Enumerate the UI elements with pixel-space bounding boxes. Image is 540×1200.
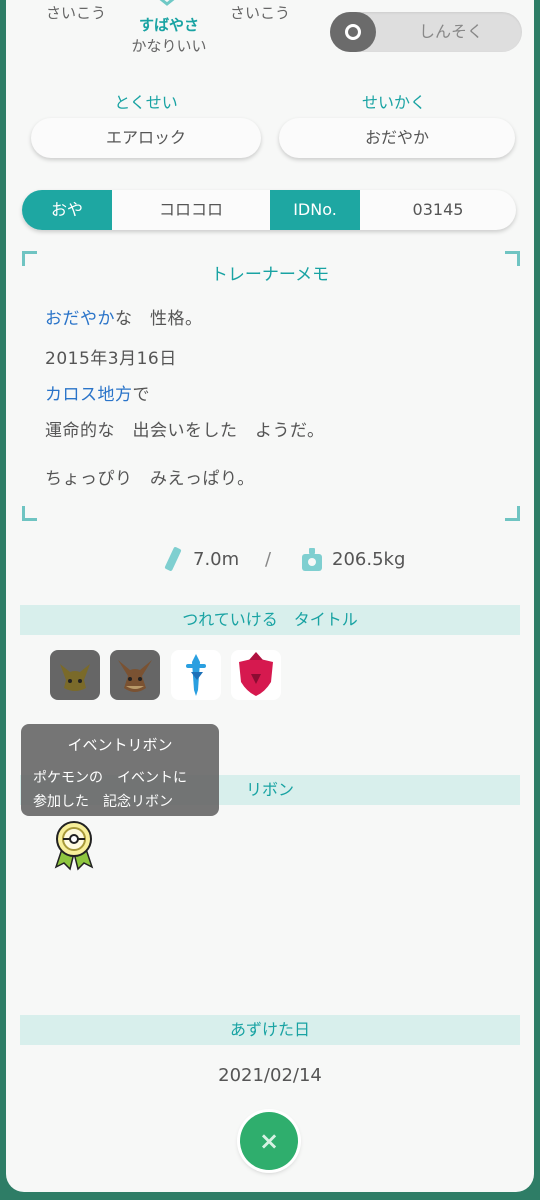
memo-corner-br: [505, 506, 520, 521]
titles-header: つれていける タイトル: [20, 605, 520, 635]
tooltip-line-2: 参加した 記念リボン: [33, 794, 173, 810]
toggle-knob-icon: [330, 12, 376, 52]
ot-label: おや: [22, 190, 112, 230]
ability-label: とくせい: [114, 93, 178, 112]
extreme-speed-toggle[interactable]: しんそく: [330, 12, 522, 52]
trainer-info-bar: おや コロコロ IDNo. 03145: [22, 190, 516, 230]
shield-mark-icon[interactable]: [231, 650, 281, 700]
id-number: 03145: [412, 200, 464, 219]
ribbon-tooltip: イベントリボン ポケモンの イベントに 参加した 記念リボン: [21, 724, 219, 816]
memo-meeting: 運命的な 出会いをした ようだ。: [45, 421, 325, 441]
pikachu-mark-icon[interactable]: [50, 650, 100, 700]
summary-card: [6, 0, 534, 1192]
tooltip-line-1: ポケモンの イベントに: [33, 770, 187, 786]
eevee-mark-icon[interactable]: [110, 650, 160, 700]
speed-stat-icon: [148, 0, 186, 8]
stat-grade-right: さいこう: [229, 4, 290, 22]
memo-title: トレーナーメモ: [210, 265, 330, 285]
height-value: 7.0m: [193, 549, 240, 570]
memo-nature-highlight: おだやか: [45, 309, 115, 329]
id-label: IDNo.: [270, 190, 360, 230]
memo-characteristic: ちょっぴり みえっぱり。: [45, 469, 255, 489]
deposit-date: 2021/02/14: [218, 1065, 322, 1086]
stat-grade-speed: かなりいい: [131, 37, 207, 55]
deposit-header: あずけた日: [20, 1015, 520, 1045]
close-button[interactable]: ×: [240, 1112, 298, 1170]
ot-name: コロコロ: [158, 200, 223, 219]
memo-region-line: カロス地方で: [45, 380, 150, 405]
weight-icon: [300, 546, 324, 572]
weight-value: 206.5kg: [332, 549, 406, 570]
memo-region-rest: で: [132, 385, 150, 405]
sword-mark-icon[interactable]: [171, 650, 221, 700]
memo-nature-rest: な 性格。: [115, 309, 203, 329]
nature-label: せいかく: [361, 93, 426, 112]
memo-region-highlight: カロス地方: [45, 385, 133, 405]
toggle-label: しんそく: [418, 22, 483, 41]
close-icon: ×: [258, 1127, 280, 1155]
event-ribbon-icon[interactable]: [52, 819, 96, 871]
tooltip-title: イベントリボン: [67, 736, 173, 754]
ability-button[interactable]: エアロック: [31, 118, 261, 158]
height-icon: [162, 546, 184, 572]
measure-separator: /: [265, 549, 272, 570]
memo-corner-bl: [22, 506, 37, 521]
nature-button[interactable]: おだやか: [279, 118, 515, 158]
memo-date: 2015年3月16日: [45, 349, 177, 369]
memo-nature-line: おだやかな 性格。: [45, 304, 203, 329]
